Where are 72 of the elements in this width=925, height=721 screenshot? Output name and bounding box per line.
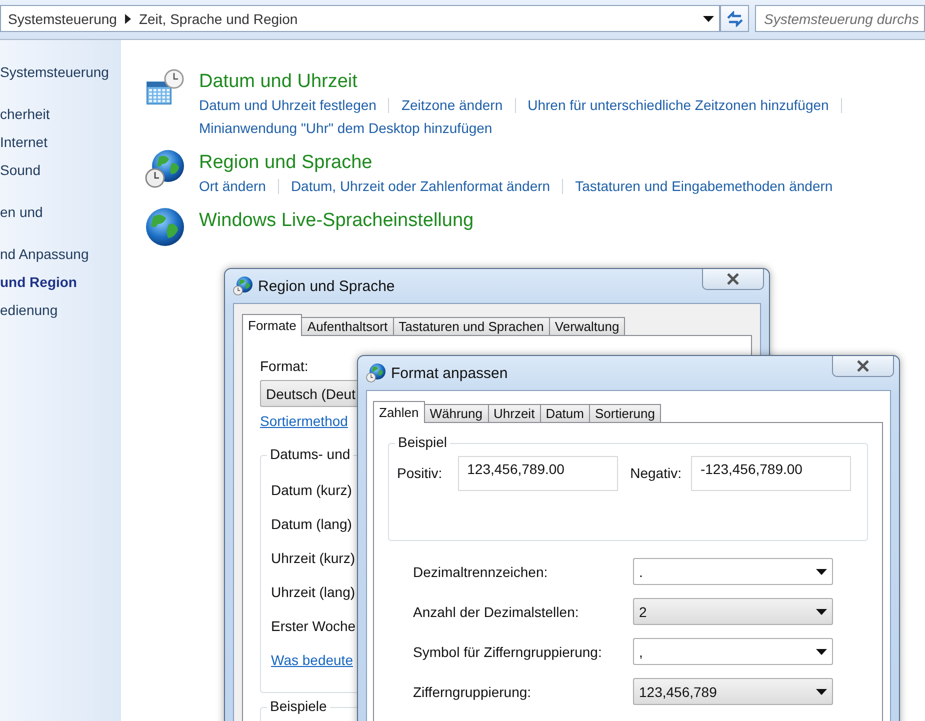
task-link[interactable]: Zeitzone ändern [401, 95, 503, 116]
tab[interactable]: Formate [242, 314, 302, 336]
task-link[interactable]: Uhren für unterschiedliche Zeitzonen hinzufügen [528, 95, 829, 116]
close-icon [856, 360, 870, 372]
combo-box[interactable]: . [633, 558, 833, 585]
category-title[interactable]: Datum und Uhrzeit [199, 69, 899, 95]
sidebar-link[interactable]: Sound [0, 156, 121, 184]
tab[interactable]: Tastaturen und Sprachen [392, 317, 550, 336]
sidebar-link[interactable]: Internet [0, 128, 121, 156]
field-label: Anzahl der Dezimalstellen: [413, 604, 580, 620]
task-link[interactable]: Tastaturen und Eingabemethoden ändern [575, 176, 833, 197]
refresh-icon [726, 10, 744, 26]
format-dropdown[interactable]: Deutsch (Deut [260, 380, 360, 407]
dropdown-arrow-icon[interactable] [703, 16, 714, 22]
chevron-icon [124, 14, 131, 24]
field-label: Datum (kurz) [271, 482, 353, 498]
task-link[interactable]: Datum, Uhrzeit oder Zahlenformat ändern [290, 176, 550, 197]
field-label: Uhrzeit (kurz) [271, 550, 356, 566]
field-label: Zifferngruppierung: [413, 684, 532, 700]
sidebar-link[interactable]: Systemsteuerung [0, 58, 121, 86]
globe-clock-icon [233, 276, 253, 296]
globe-icon [145, 207, 185, 247]
breadcrumb-item[interactable]: Systemsteuerung [8, 10, 117, 26]
tab[interactable]: Verwaltung [548, 317, 626, 336]
globe-clock-icon [366, 363, 386, 383]
help-link[interactable]: Was bedeute [271, 652, 353, 668]
category-title[interactable]: Windows Live-Spracheinstellung [199, 208, 474, 234]
dropdown[interactable]: 2 [633, 598, 833, 625]
tab[interactable]: Sortierung [588, 404, 661, 423]
field-label: Uhrzeit (lang) [271, 584, 356, 600]
tab[interactable]: Zahlen [373, 401, 425, 423]
group-title: Beispiele [267, 698, 330, 714]
example-field: -123,456,789.00 [691, 456, 852, 491]
field-label: Negativ: [630, 465, 682, 481]
window-title: Format anpassen [391, 364, 508, 382]
close-button[interactable] [832, 356, 894, 377]
field-label: Positiv: [397, 465, 442, 481]
sidebar-link[interactable]: edienung [0, 296, 121, 324]
group-title: Datums- und [267, 446, 354, 462]
window-title: Region und Sprache [258, 278, 395, 294]
dropdown-arrow-icon [816, 688, 827, 694]
sort-link[interactable]: Sortiermethod [260, 413, 348, 429]
field-label: Dezimaltrennzeichen: [413, 564, 549, 580]
dropdown-arrow-icon [816, 648, 827, 654]
close-icon [726, 273, 740, 285]
sidebar-link[interactable]: cherheit [0, 100, 121, 128]
task-link[interactable]: Datum und Uhrzeit festlegen [199, 95, 376, 116]
group-title: Beispiel [395, 434, 450, 450]
search-field[interactable]: Systemsteuerung durchs [755, 5, 925, 32]
sidebar-link[interactable]: en und [0, 198, 121, 226]
tab[interactable]: Währung [424, 404, 488, 423]
dropdown-arrow-icon [816, 568, 827, 574]
tab[interactable]: Datum [540, 404, 590, 423]
field-label: Symbol für Zifferngruppierung: [413, 644, 603, 660]
tab[interactable]: Uhrzeit [488, 404, 541, 423]
example-field: 123,456,789.00 [458, 456, 618, 491]
dropdown[interactable]: 123,456,789 [633, 678, 833, 705]
refresh-button[interactable] [720, 5, 749, 32]
sidebar-link[interactable]: nd Anpassung [0, 240, 121, 268]
close-button[interactable] [702, 269, 764, 290]
field-label: Format: [260, 358, 308, 374]
tab[interactable]: Aufenthaltsort [301, 317, 394, 336]
sidebar-link[interactable]: und Region [0, 268, 121, 296]
field-label: Erster Woche [271, 618, 357, 634]
breadcrumb-item[interactable]: Zeit, Sprache und Region [138, 10, 298, 26]
category-title[interactable]: Region und Sprache [199, 150, 899, 176]
globe-clock-icon [145, 149, 185, 189]
task-link[interactable]: Minianwendung "Uhr" dem Desktop hinzufügen [199, 118, 492, 139]
field-label: Datum (lang) [271, 516, 353, 532]
combo-box[interactable]: , [633, 638, 833, 665]
dropdown-arrow-icon [816, 608, 827, 614]
task-link[interactable]: Ort ändern [199, 176, 266, 197]
